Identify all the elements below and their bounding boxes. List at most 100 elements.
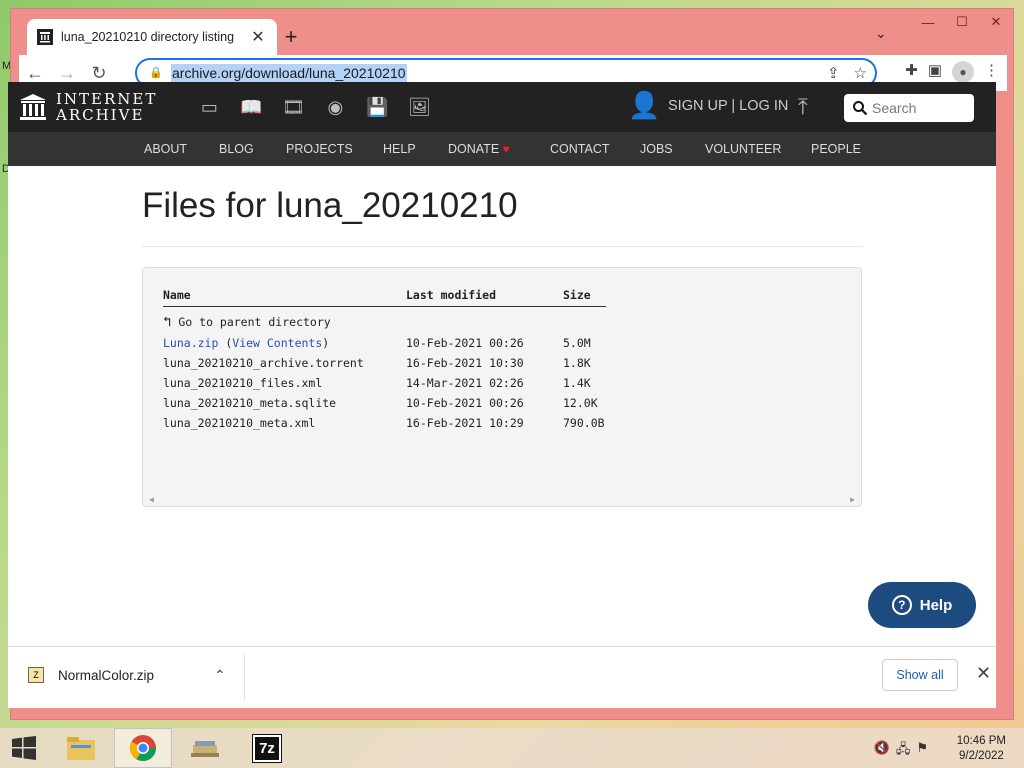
tab-close-icon[interactable]: ✕ [249,27,267,47]
modified-cell: 16-Feb-2021 10:30 [406,356,524,370]
file-link[interactable]: luna_20210210_archive.torrent [163,356,364,370]
size-cell: 5.0M [563,336,591,350]
search-placeholder: Search [872,100,917,116]
bookmark-star-icon[interactable]: ☆ [854,64,867,82]
table-row: luna_20210210_files.xml 14-Mar-2021 02:2… [143,376,861,396]
profile-avatar-icon[interactable]: ● [952,61,974,83]
chrome-icon[interactable] [114,728,172,768]
archive-favicon-icon [37,29,53,45]
heart-icon: ♥ [502,142,510,156]
video-film-icon[interactable]: 🎞 [281,96,305,118]
nav-contact[interactable]: CONTACT [550,142,610,156]
table-row: Luna.zip (View Contents) 10-Feb-2021 00:… [143,336,861,356]
parent-directory-row: ↰ Go to parent directory [143,314,861,334]
size-cell: 12.0K [563,396,598,410]
scroll-right-arrow-icon[interactable]: ▶ [850,495,855,504]
web-icon[interactable]: ▭ [197,96,221,118]
download-file-name: NormalColor.zip [58,667,155,683]
nav-donate-label: DONATE [448,142,500,156]
tab-title: luna_20210210 directory listing [61,30,235,44]
nav-about[interactable]: ABOUT [144,142,187,156]
file-explorer-icon[interactable] [52,728,110,768]
side-panel-icon[interactable]: ▣ [928,61,942,83]
modified-cell: 16-Feb-2021 10:29 [406,416,524,430]
archive-manager-icon[interactable] [176,728,234,768]
nav-blog[interactable]: BLOG [219,142,254,156]
texts-book-icon[interactable]: 📖 [239,96,263,118]
nav-volunteer[interactable]: VOLUNTEER [705,142,781,156]
user-silhouette-icon[interactable]: 👤 [628,90,660,122]
share-icon[interactable]: ⇪ [827,64,840,82]
nav-jobs[interactable]: JOBS [640,142,673,156]
network-icon[interactable]: 🖧 [896,740,911,762]
page-title: Files for luna_20210210 [142,186,518,225]
nav-help[interactable]: HELP [383,142,416,156]
7zip-icon[interactable]: 7z [238,728,296,768]
window-controls: — ☐ ✕ [911,9,1013,35]
nav-projects[interactable]: PROJECTS [286,142,353,156]
question-mark-icon: ? [891,595,912,615]
download-item[interactable]: Z NormalColor.zip [28,667,154,683]
ia-logo[interactable]: INTERNET ARCHIVE [18,91,157,123]
file-link[interactable]: luna_20210210_meta.xml [163,416,315,430]
clock[interactable]: 10:46 PM 9/2/2022 [957,734,1006,764]
lock-icon[interactable]: 🔒 [149,66,163,80]
clock-date: 9/2/2022 [959,750,1004,762]
nav-people[interactable]: PEOPLE [811,142,861,156]
title-bar: luna_20210210 directory listing ✕ + ⌄ — … [11,9,1013,55]
archive-building-icon [20,94,46,120]
minimize-button[interactable]: — [911,9,945,35]
col-header-name: Name [163,288,191,302]
col-header-size: Size [563,288,591,302]
ia-secondary-nav: ABOUT BLOG PROJECTS HELP DONATE ♥ CONTAC… [8,132,996,166]
menu-kebab-icon[interactable]: ⋮ [984,61,999,83]
images-icon[interactable]: 🖼 [407,96,431,118]
nav-donate[interactable]: DONATE ♥ [448,142,510,156]
table-row: luna_20210210_meta.sqlite 10-Feb-2021 00… [143,396,861,416]
browser-tab[interactable]: luna_20210210 directory listing ✕ [27,19,277,55]
modified-cell: 10-Feb-2021 00:26 [406,336,524,350]
logo-text-line1: INTERNET [56,90,158,108]
flag-icon[interactable]: ⚑ [916,740,928,762]
file-link[interactable]: luna_20210210_files.xml [163,376,322,390]
extensions-puzzle-icon[interactable]: ✚ [905,61,918,83]
upload-icon[interactable]: ⤒ [798,94,808,120]
modified-cell: 10-Feb-2021 00:26 [406,396,524,410]
start-windows-icon[interactable] [0,728,48,768]
new-tab-button[interactable]: + [277,23,305,51]
close-window-button[interactable]: ✕ [979,9,1013,35]
size-cell: 1.8K [563,356,591,370]
paren-close: ) [322,336,330,350]
maximize-button[interactable]: ☐ [945,9,979,35]
user-area: 👤 SIGN UP | LOG IN [628,90,788,122]
help-label: Help [919,596,953,614]
audio-speaker-icon[interactable]: ◉ [323,96,347,118]
close-downloads-icon[interactable]: ✕ [976,663,991,684]
software-floppy-icon[interactable]: 💾 [365,96,389,118]
clock-time: 10:46 PM [956,735,1006,747]
url-text[interactable]: archive.org/download/luna_20210210 [171,64,407,82]
tab-search-chevron-icon[interactable]: ⌄ [875,25,887,42]
scroll-left-arrow-icon[interactable]: ◀ [149,495,154,504]
up-arrow-icon: ↰ [163,314,172,330]
search-icon [853,101,868,116]
ia-search-input[interactable]: Search [844,94,974,122]
ia-header: INTERNET ARCHIVE ▭ 📖 🎞 ◉ 💾 🖼 👤 SIGN UP |… [8,82,996,132]
web-page: INTERNET ARCHIVE ▭ 📖 🎞 ◉ 💾 🖼 👤 SIGN UP |… [8,82,996,646]
col-header-modified: Last modified [406,288,497,302]
signup-login-link[interactable]: SIGN UP | LOG IN [668,98,788,114]
help-button[interactable]: ? Help [868,582,976,628]
show-all-button[interactable]: Show all [882,659,958,691]
divider [142,246,862,247]
parent-directory-link[interactable]: ↰ Go to parent directory [163,314,331,330]
table-row: luna_20210210_archive.torrent 16-Feb-202… [143,356,861,376]
volume-muted-icon[interactable]: 🔇 [874,740,890,762]
file-link[interactable]: Luna.zip [163,336,218,350]
modified-cell: 14-Mar-2021 02:26 [406,376,524,390]
file-name-cell: Luna.zip (View Contents) [163,336,329,350]
chevron-up-icon[interactable]: ⌃ [214,667,226,684]
file-link[interactable]: luna_20210210_meta.sqlite [163,396,336,410]
7zip-label: 7z [252,733,282,763]
table-row: luna_20210210_meta.xml 16-Feb-2021 10:29… [143,416,861,436]
view-contents-link[interactable]: View Contents [232,336,322,350]
